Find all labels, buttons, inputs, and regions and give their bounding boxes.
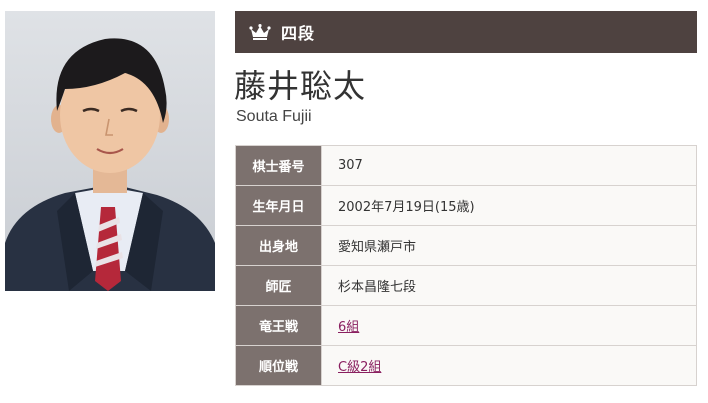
table-row: 生年月日 2002年7月19日(15歳) [235, 185, 697, 226]
row-label: 棋士番号 [235, 145, 322, 186]
player-name-japanese: 藤井聡太 [234, 67, 367, 105]
player-photo [5, 11, 215, 291]
crown-icon [249, 24, 271, 40]
row-label: 生年月日 [235, 185, 322, 226]
row-label: 竜王戦 [235, 305, 322, 346]
junni-class-link[interactable]: C級2組 [338, 360, 381, 375]
birthplace-value: 愛知県瀬戸市 [321, 225, 697, 266]
table-row: 棋士番号 307 [235, 145, 697, 186]
ryuo-class-link[interactable]: 6組 [338, 320, 359, 335]
row-label: 順位戦 [235, 345, 322, 386]
player-number-value: 307 [321, 145, 697, 186]
rank-header-bar: 四段 [235, 11, 697, 53]
row-label: 出身地 [235, 225, 322, 266]
table-row: 順位戦 C級2組 [235, 345, 697, 386]
mentor-value: 杉本昌隆七段 [321, 265, 697, 306]
rank-label: 四段 [281, 24, 316, 43]
row-label: 師匠 [235, 265, 322, 306]
profile-table: 棋士番号 307 生年月日 2002年7月19日(15歳) 出身地 愛知県瀬戸市… [235, 145, 697, 386]
table-row: 師匠 杉本昌隆七段 [235, 265, 697, 306]
table-row: 出身地 愛知県瀬戸市 [235, 225, 697, 266]
birthdate-value: 2002年7月19日(15歳) [321, 185, 697, 226]
player-name-english: Souta Fujii [236, 108, 312, 125]
table-row: 竜王戦 6組 [235, 305, 697, 346]
